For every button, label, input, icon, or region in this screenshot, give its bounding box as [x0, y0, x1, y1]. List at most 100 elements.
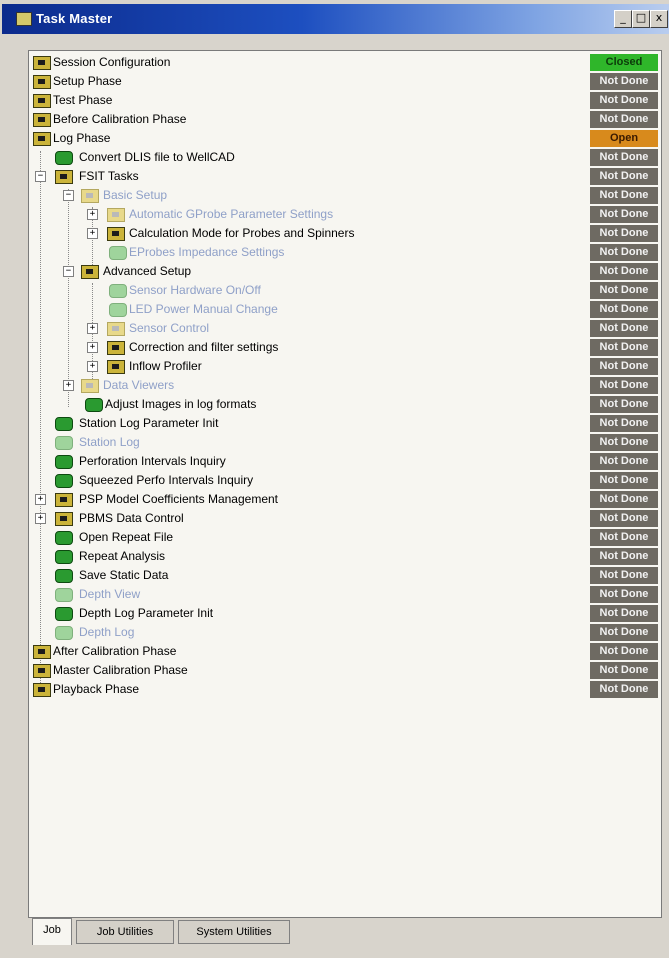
- task-row-test-phase[interactable]: Test Phase Not Done: [29, 91, 659, 110]
- task-row-repeat-analysis[interactable]: Repeat Analysis Not Done: [29, 547, 659, 566]
- task-row-squeezed-perfo[interactable]: Squeezed Perfo Intervals Inquiry Not Don…: [29, 471, 659, 490]
- task-row-station-log[interactable]: Station Log Not Done: [29, 433, 659, 452]
- task-row-depth-log-param[interactable]: Depth Log Parameter Init Not Done: [29, 604, 659, 623]
- task-row-perforation[interactable]: Perforation Intervals Inquiry Not Done: [29, 452, 659, 471]
- task-label: Master Calibration Phase: [53, 663, 188, 677]
- status-badge: Not Done: [590, 510, 658, 527]
- status-badge: Not Done: [590, 282, 658, 299]
- task-row-advanced-setup[interactable]: − Advanced Setup Not Done: [29, 262, 659, 281]
- collapse-toggle[interactable]: −: [35, 171, 46, 182]
- status-badge: Not Done: [590, 643, 658, 660]
- status-badge: Not Done: [590, 662, 658, 679]
- status-badge: Not Done: [590, 605, 658, 622]
- task-row-sensor-hardware[interactable]: Sensor Hardware On/Off Not Done: [29, 281, 659, 300]
- task-row-psp-model[interactable]: + PSP Model Coefficients Management Not …: [29, 490, 659, 509]
- task-row-led-power[interactable]: LED Power Manual Change Not Done: [29, 300, 659, 319]
- task-icon: [55, 417, 73, 431]
- task-row-save-static[interactable]: Save Static Data Not Done: [29, 566, 659, 585]
- expand-toggle[interactable]: +: [87, 361, 98, 372]
- expand-toggle[interactable]: +: [35, 494, 46, 505]
- expand-toggle[interactable]: +: [63, 380, 74, 391]
- task-label: Depth View: [79, 587, 141, 601]
- task-label: Station Log Parameter Init: [79, 416, 219, 430]
- task-label: Sensor Control: [129, 321, 210, 335]
- task-label: Calculation Mode for Probes and Spinners: [129, 226, 355, 240]
- status-badge: Not Done: [590, 187, 658, 204]
- expand-toggle[interactable]: +: [35, 513, 46, 524]
- status-badge: Not Done: [590, 358, 658, 375]
- status-badge: Not Done: [590, 681, 658, 698]
- task-row-adjust-images[interactable]: Adjust Images in log formats Not Done: [29, 395, 659, 414]
- window-title: Task Master: [36, 11, 113, 26]
- tab-job[interactable]: Job: [32, 918, 72, 945]
- folder-icon: [107, 322, 125, 336]
- collapse-toggle[interactable]: −: [63, 266, 74, 277]
- status-badge: Not Done: [590, 529, 658, 546]
- tab-job-utilities[interactable]: Job Utilities: [76, 920, 174, 944]
- status-badge: Open: [590, 130, 658, 147]
- task-row-before-calibration[interactable]: Before Calibration Phase Not Done: [29, 110, 659, 129]
- task-row-setup-phase[interactable]: Setup Phase Not Done: [29, 72, 659, 91]
- folder-icon: [33, 75, 51, 89]
- tab-system-utilities[interactable]: System Utilities: [178, 920, 290, 944]
- status-badge: Not Done: [590, 149, 658, 166]
- task-label: Data Viewers: [103, 378, 175, 392]
- task-icon: [55, 550, 73, 564]
- folder-icon: [107, 208, 125, 222]
- task-label: Squeezed Perfo Intervals Inquiry: [79, 473, 254, 487]
- folder-icon: [107, 227, 125, 241]
- expand-toggle[interactable]: +: [87, 323, 98, 334]
- task-row-depth-log[interactable]: Depth Log Not Done: [29, 623, 659, 642]
- task-row-fsit-tasks[interactable]: − FSIT Tasks Not Done: [29, 167, 659, 186]
- task-label: Advanced Setup: [103, 264, 192, 278]
- task-label: Adjust Images in log formats: [105, 397, 257, 411]
- task-row-sensor-control[interactable]: + Sensor Control Not Done: [29, 319, 659, 338]
- folder-icon: [33, 645, 51, 659]
- task-row-basic-setup[interactable]: − Basic Setup Not Done: [29, 186, 659, 205]
- folder-icon: [81, 379, 99, 393]
- task-row-station-log-param[interactable]: Station Log Parameter Init Not Done: [29, 414, 659, 433]
- task-row-inflow-profiler[interactable]: + Inflow Profiler Not Done: [29, 357, 659, 376]
- task-row-log-phase[interactable]: Log Phase Open: [29, 129, 659, 148]
- task-master-window: Task Master _ □ x Session Configuration …: [0, 0, 669, 958]
- expand-toggle[interactable]: +: [87, 342, 98, 353]
- status-badge: Not Done: [590, 548, 658, 565]
- task-row-eprobes-impedance[interactable]: EProbes Impedance Settings Not Done: [29, 243, 659, 262]
- folder-icon: [55, 493, 73, 507]
- task-row-playback-phase[interactable]: Playback Phase Not Done: [29, 680, 659, 699]
- open-folder-icon: [81, 265, 99, 279]
- collapse-toggle[interactable]: −: [63, 190, 74, 201]
- task-row-convert-dlis[interactable]: Convert DLIS file to WellCAD Not Done: [29, 148, 659, 167]
- close-button[interactable]: x: [650, 10, 668, 28]
- status-badge: Not Done: [590, 111, 658, 128]
- task-row-depth-view[interactable]: Depth View Not Done: [29, 585, 659, 604]
- task-label: Open Repeat File: [79, 530, 174, 544]
- status-badge: Not Done: [590, 244, 658, 261]
- expand-toggle[interactable]: +: [87, 209, 98, 220]
- task-row-open-repeat[interactable]: Open Repeat File Not Done: [29, 528, 659, 547]
- task-row-data-viewers[interactable]: + Data Viewers Not Done: [29, 376, 659, 395]
- task-label: Test Phase: [53, 93, 113, 107]
- task-label: Depth Log Parameter Init: [79, 606, 214, 620]
- task-icon: [55, 436, 73, 450]
- minimize-button[interactable]: _: [614, 10, 632, 28]
- task-row-after-calibration[interactable]: After Calibration Phase Not Done: [29, 642, 659, 661]
- status-badge: Not Done: [590, 206, 658, 223]
- task-row-master-calibration[interactable]: Master Calibration Phase Not Done: [29, 661, 659, 680]
- task-row-correction-filter[interactable]: + Correction and filter settings Not Don…: [29, 338, 659, 357]
- status-badge: Not Done: [590, 301, 658, 318]
- task-row-session-configuration[interactable]: Session Configuration Closed: [29, 53, 659, 72]
- task-row-pbms-data[interactable]: + PBMS Data Control Not Done: [29, 509, 659, 528]
- folder-icon: [55, 512, 73, 526]
- task-icon: [109, 246, 127, 260]
- title-bar[interactable]: Task Master _ □ x: [2, 4, 669, 34]
- status-badge: Not Done: [590, 168, 658, 185]
- task-label: Perforation Intervals Inquiry: [79, 454, 226, 468]
- expand-toggle[interactable]: +: [87, 228, 98, 239]
- status-badge: Not Done: [590, 586, 658, 603]
- task-row-auto-gprobe[interactable]: + Automatic GProbe Parameter Settings No…: [29, 205, 659, 224]
- task-label: Playback Phase: [53, 682, 140, 696]
- task-row-calculation-mode[interactable]: + Calculation Mode for Probes and Spinne…: [29, 224, 659, 243]
- maximize-button[interactable]: □: [632, 10, 650, 28]
- status-badge: Not Done: [590, 567, 658, 584]
